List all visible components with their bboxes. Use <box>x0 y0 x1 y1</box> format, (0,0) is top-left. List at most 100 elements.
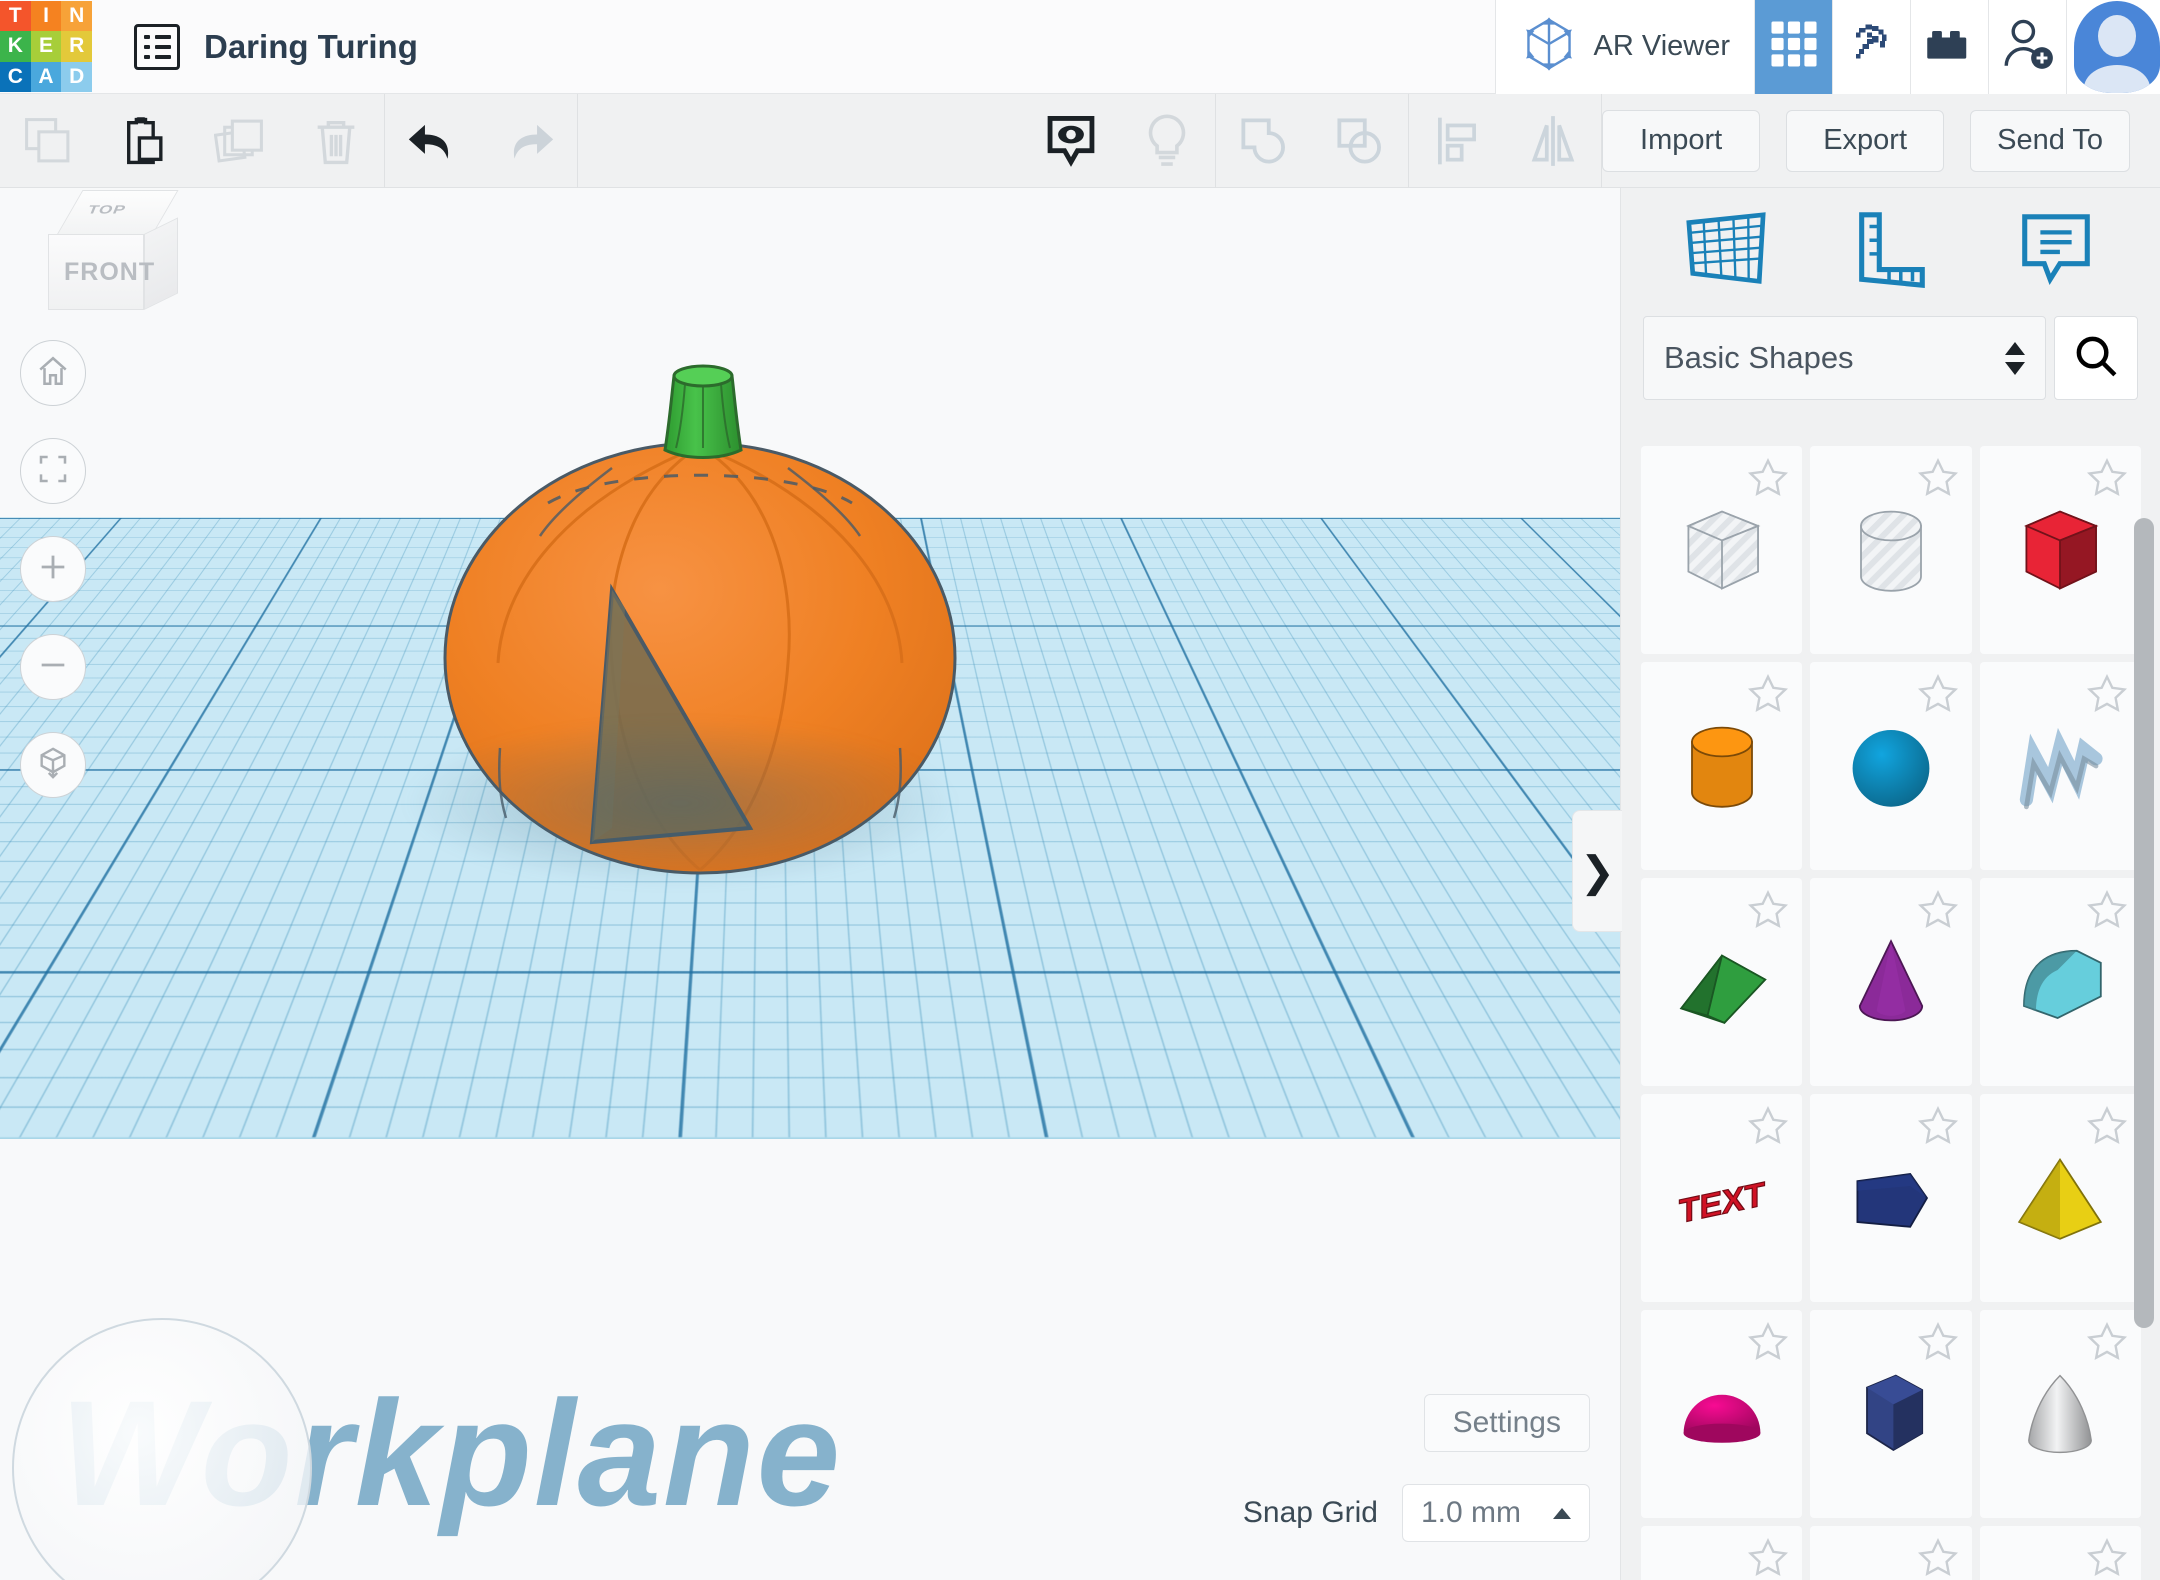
star-outline-icon[interactable] <box>2085 456 2129 505</box>
svg-text:TEXT: TEXT <box>1679 1175 1765 1231</box>
star-outline-icon[interactable] <box>1746 456 1790 505</box>
copy-button[interactable] <box>0 94 96 188</box>
shapes-scrollbar[interactable] <box>2134 448 2154 1548</box>
add-user-glyph <box>2000 16 2056 77</box>
shape-cell-paraboloid-gray[interactable] <box>1979 1310 2141 1518</box>
shape-cell-heart-brown[interactable] <box>1979 1526 2141 1580</box>
star-outline-icon[interactable] <box>1746 1320 1790 1369</box>
paste-button[interactable] <box>96 94 192 188</box>
ruler-tool[interactable] <box>1835 202 1947 302</box>
star-outline-icon[interactable] <box>1746 672 1790 721</box>
shape-cell-cylinder-orange[interactable] <box>1641 662 1803 870</box>
zoom-out-button[interactable] <box>20 634 86 700</box>
shapes-scrollbar-thumb[interactable] <box>2134 518 2154 1328</box>
shape-cell-cylinder-hole[interactable] <box>1810 446 1972 654</box>
view-nav-buttons <box>20 340 86 798</box>
shape-cell-text-red[interactable]: TEXT <box>1641 1094 1803 1302</box>
star-outline-icon[interactable] <box>1916 1104 1960 1153</box>
shape-cell-roof-green[interactable] <box>1641 878 1803 1086</box>
ar-viewer-button[interactable]: AR Viewer <box>1494 0 1754 94</box>
avatar[interactable] <box>2066 0 2160 94</box>
star-outline-icon[interactable] <box>1916 1320 1960 1369</box>
show-hide-button[interactable] <box>1023 94 1119 188</box>
star-outline-icon[interactable] <box>1916 672 1960 721</box>
star-outline-icon[interactable] <box>2085 672 2129 721</box>
roof-green-icon <box>1662 922 1782 1042</box>
shape-cell-pyramid-yellow[interactable] <box>1979 1094 2141 1302</box>
snap-grid-label: Snap Grid <box>1242 1496 1378 1529</box>
hint-button[interactable] <box>1119 94 1215 188</box>
redo-button[interactable] <box>481 94 577 188</box>
shape-cell-cone-purple[interactable] <box>1810 878 1972 1086</box>
home-view-button[interactable] <box>20 340 86 406</box>
star-outline-icon[interactable] <box>1746 1104 1790 1153</box>
panel-collapse-button[interactable]: ❯ <box>1572 810 1622 932</box>
design-canvas[interactable]: Workplane TOP FRONT Settings Snap Grid 1… <box>0 188 1620 1580</box>
star-outline-icon[interactable] <box>1746 888 1790 937</box>
star-outline-icon[interactable] <box>2085 888 2129 937</box>
shape-cell-hexagon-prism-blue[interactable] <box>1810 1310 1972 1518</box>
shape-cell-box-hole[interactable] <box>1641 446 1803 654</box>
tab-bricks[interactable] <box>1910 0 1988 94</box>
shapes-panel: Basic Shapes TEXT <box>1620 188 2160 1580</box>
star-outline-icon[interactable] <box>2085 1320 2129 1369</box>
shape-cell-box-red[interactable] <box>1979 446 2141 654</box>
shape-cell-sphere-blue[interactable] <box>1810 662 1972 870</box>
star-outline-icon[interactable] <box>1916 456 1960 505</box>
view-cube[interactable]: TOP FRONT <box>48 188 198 318</box>
polygon-blue-icon <box>1831 1138 1951 1258</box>
model-shadow <box>400 718 960 888</box>
undo-button[interactable] <box>385 94 481 188</box>
pickaxe-icon <box>1846 18 1898 75</box>
shape-cell-half-sphere-pink[interactable] <box>1641 1310 1803 1518</box>
visibility-group <box>1023 93 1217 188</box>
box-red-icon <box>2000 490 2120 610</box>
send-to-button[interactable]: Send To <box>1970 109 2130 172</box>
shapes-scroll-area[interactable]: TEXT <box>1621 428 2160 1580</box>
eye-callout-icon <box>1043 112 1099 170</box>
star-outline-icon[interactable] <box>1916 888 1960 937</box>
design-list-icon[interactable] <box>134 23 180 70</box>
mirror-button[interactable] <box>1505 94 1601 188</box>
tinkercad-logo[interactable]: TINKERCAD <box>0 0 92 93</box>
group-button[interactable] <box>1216 94 1312 188</box>
settings-button[interactable]: Settings <box>1423 1394 1590 1452</box>
star-outline-icon[interactable] <box>2085 1104 2129 1153</box>
ungroup-button[interactable] <box>1312 94 1408 188</box>
tab-3d-design[interactable] <box>1754 0 1832 94</box>
align-button[interactable] <box>1409 94 1505 188</box>
snap-grid-select[interactable]: 1.0 mm <box>1402 1484 1590 1542</box>
star-outline-icon[interactable] <box>1746 1536 1790 1580</box>
cylinder-orange-icon <box>1662 706 1782 826</box>
box-hole-icon <box>1662 490 1782 610</box>
search-shapes-button[interactable] <box>2054 316 2138 400</box>
shape-cell-scribble-lightblue[interactable] <box>1979 662 2141 870</box>
mirror-icon <box>1526 113 1580 169</box>
delete-button[interactable] <box>288 94 384 188</box>
panel-tools-row <box>1621 188 2160 316</box>
header-actions: AR Viewer <box>1494 0 2160 94</box>
shape-cell-torus-cyan[interactable] <box>1641 1526 1803 1580</box>
align-icon <box>1430 113 1484 169</box>
notes-tool[interactable] <box>2000 202 2112 302</box>
cube-arrow-icon <box>36 746 70 785</box>
pumpkin-model[interactable] <box>380 318 1020 938</box>
orbit-widget[interactable] <box>12 1318 312 1580</box>
library-selector-row: Basic Shapes <box>1621 316 2160 400</box>
perspective-toggle-button[interactable] <box>20 732 86 798</box>
duplicate-button[interactable] <box>192 94 288 188</box>
fit-all-button[interactable] <box>20 438 86 504</box>
star-outline-icon[interactable] <box>2085 1536 2129 1580</box>
add-user-icon[interactable] <box>1988 0 2066 94</box>
import-button[interactable]: Import <box>1602 109 1761 172</box>
star-outline-icon[interactable] <box>1916 1536 1960 1580</box>
shape-library-dropdown[interactable]: Basic Shapes <box>1643 316 2046 400</box>
shape-cell-tube-orange[interactable] <box>1810 1526 1972 1580</box>
export-button[interactable]: Export <box>1786 109 1945 172</box>
zoom-in-button[interactable] <box>20 536 86 602</box>
shape-cell-round-roof-teal[interactable] <box>1979 878 2141 1086</box>
tab-blocks-pickaxe[interactable] <box>1832 0 1910 94</box>
avatar-image <box>2074 0 2160 93</box>
workplane-tool[interactable] <box>1670 202 1782 302</box>
shape-cell-polygon-blue[interactable] <box>1810 1094 1972 1302</box>
